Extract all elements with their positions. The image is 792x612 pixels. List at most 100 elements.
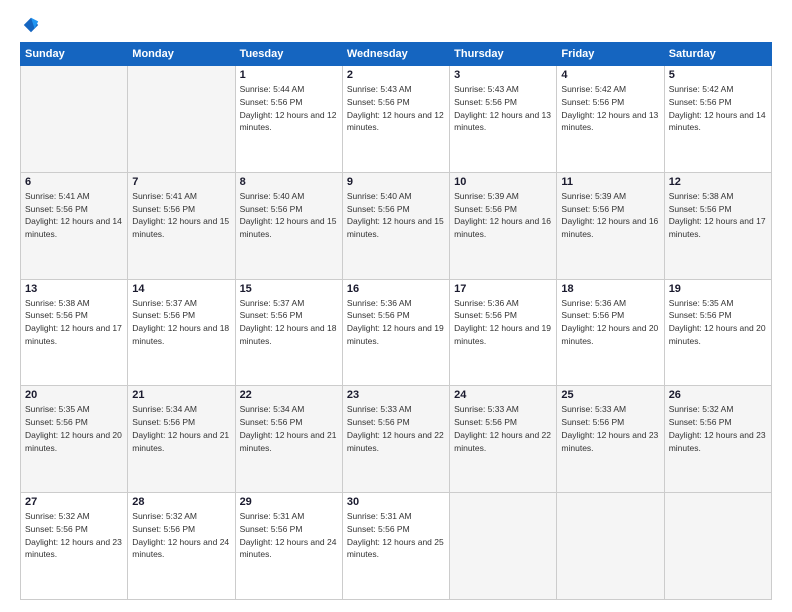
day-number: 24 bbox=[454, 389, 552, 401]
weekday-header-sunday: Sunday bbox=[21, 43, 128, 66]
day-info: Sunrise: 5:41 AMSunset: 5:56 PMDaylight:… bbox=[132, 190, 230, 241]
day-number: 29 bbox=[240, 496, 338, 508]
calendar-cell: 6 Sunrise: 5:41 AMSunset: 5:56 PMDaylight… bbox=[21, 172, 128, 279]
weekday-header-row: SundayMondayTuesdayWednesdayThursdayFrid… bbox=[21, 43, 772, 66]
calendar-week-row: 27 Sunrise: 5:32 AMSunset: 5:56 PMDayligh… bbox=[21, 493, 772, 600]
calendar-cell: 7 Sunrise: 5:41 AMSunset: 5:56 PMDaylight… bbox=[128, 172, 235, 279]
day-info: Sunrise: 5:31 AMSunset: 5:56 PMDaylight:… bbox=[240, 510, 338, 561]
calendar-cell: 30 Sunrise: 5:31 AMSunset: 5:56 PMDayligh… bbox=[342, 493, 449, 600]
calendar-cell: 16 Sunrise: 5:36 AMSunset: 5:56 PMDayligh… bbox=[342, 279, 449, 386]
calendar-cell bbox=[128, 66, 235, 173]
day-number: 28 bbox=[132, 496, 230, 508]
day-info: Sunrise: 5:38 AMSunset: 5:56 PMDaylight:… bbox=[669, 190, 767, 241]
calendar-cell: 12 Sunrise: 5:38 AMSunset: 5:56 PMDayligh… bbox=[664, 172, 771, 279]
header bbox=[20, 16, 772, 34]
day-info: Sunrise: 5:33 AMSunset: 5:56 PMDaylight:… bbox=[454, 403, 552, 454]
calendar-cell: 15Sunrise: 5:37 AMSunset: 5:56 PMDayligh… bbox=[235, 279, 342, 386]
day-number: 12 bbox=[669, 176, 767, 188]
calendar-cell bbox=[557, 493, 664, 600]
day-number: 23 bbox=[347, 389, 445, 401]
calendar-cell: 10 Sunrise: 5:39 AMSunset: 5:56 PMDayligh… bbox=[450, 172, 557, 279]
day-number: 20 bbox=[25, 389, 123, 401]
day-number: 15 bbox=[240, 283, 338, 295]
weekday-header-friday: Friday bbox=[557, 43, 664, 66]
day-number: 25 bbox=[561, 389, 659, 401]
day-info: Sunrise: 5:32 AMSunset: 5:56 PMDaylight:… bbox=[669, 403, 767, 454]
calendar-week-row: 6 Sunrise: 5:41 AMSunset: 5:56 PMDaylight… bbox=[21, 172, 772, 279]
day-info: Sunrise: 5:36 AMSunset: 5:56 PMDaylight:… bbox=[561, 297, 659, 348]
calendar-cell: 23Sunrise: 5:33 AMSunset: 5:56 PMDayligh… bbox=[342, 386, 449, 493]
day-number: 4 bbox=[561, 69, 659, 81]
calendar-cell: 5Sunrise: 5:42 AMSunset: 5:56 PMDaylight… bbox=[664, 66, 771, 173]
weekday-header-tuesday: Tuesday bbox=[235, 43, 342, 66]
page: SundayMondayTuesdayWednesdayThursdayFrid… bbox=[0, 0, 792, 612]
day-number: 9 bbox=[347, 176, 445, 188]
day-info: Sunrise: 5:41 AMSunset: 5:56 PMDaylight:… bbox=[25, 190, 123, 241]
day-number: 26 bbox=[669, 389, 767, 401]
day-number: 16 bbox=[347, 283, 445, 295]
day-info: Sunrise: 5:42 AMSunset: 5:56 PMDaylight:… bbox=[561, 83, 659, 134]
calendar-cell: 9 Sunrise: 5:40 AMSunset: 5:56 PMDaylight… bbox=[342, 172, 449, 279]
day-number: 13 bbox=[25, 283, 123, 295]
calendar-cell: 21Sunrise: 5:34 AMSunset: 5:56 PMDayligh… bbox=[128, 386, 235, 493]
day-number: 17 bbox=[454, 283, 552, 295]
calendar-cell: 19 Sunrise: 5:35 AMSunset: 5:56 PMDayligh… bbox=[664, 279, 771, 386]
day-number: 2 bbox=[347, 69, 445, 81]
calendar-cell: 29 Sunrise: 5:31 AMSunset: 5:56 PMDayligh… bbox=[235, 493, 342, 600]
weekday-header-thursday: Thursday bbox=[450, 43, 557, 66]
calendar-cell bbox=[664, 493, 771, 600]
day-number: 10 bbox=[454, 176, 552, 188]
day-number: 18 bbox=[561, 283, 659, 295]
day-number: 11 bbox=[561, 176, 659, 188]
calendar-week-row: 1Sunrise: 5:44 AMSunset: 5:56 PMDaylight… bbox=[21, 66, 772, 173]
day-number: 30 bbox=[347, 496, 445, 508]
calendar-cell: 3 Sunrise: 5:43 AMSunset: 5:56 PMDaylight… bbox=[450, 66, 557, 173]
weekday-header-wednesday: Wednesday bbox=[342, 43, 449, 66]
day-info: Sunrise: 5:39 AMSunset: 5:56 PMDaylight:… bbox=[454, 190, 552, 241]
day-info: Sunrise: 5:37 AMSunset: 5:56 PMDaylight:… bbox=[132, 297, 230, 348]
day-number: 6 bbox=[25, 176, 123, 188]
calendar-cell: 14 Sunrise: 5:37 AMSunset: 5:56 PMDayligh… bbox=[128, 279, 235, 386]
weekday-header-monday: Monday bbox=[128, 43, 235, 66]
day-number: 8 bbox=[240, 176, 338, 188]
calendar-cell: 11Sunrise: 5:39 AMSunset: 5:56 PMDayligh… bbox=[557, 172, 664, 279]
day-info: Sunrise: 5:34 AMSunset: 5:56 PMDaylight:… bbox=[132, 403, 230, 454]
day-info: Sunrise: 5:43 AMSunset: 5:56 PMDaylight:… bbox=[454, 83, 552, 134]
calendar-cell: 22 Sunrise: 5:34 AMSunset: 5:56 PMDayligh… bbox=[235, 386, 342, 493]
day-number: 19 bbox=[669, 283, 767, 295]
calendar-cell: 25Sunrise: 5:33 AMSunset: 5:56 PMDayligh… bbox=[557, 386, 664, 493]
calendar-cell bbox=[450, 493, 557, 600]
day-info: Sunrise: 5:32 AMSunset: 5:56 PMDaylight:… bbox=[132, 510, 230, 561]
calendar-cell: 27 Sunrise: 5:32 AMSunset: 5:56 PMDayligh… bbox=[21, 493, 128, 600]
day-info: Sunrise: 5:31 AMSunset: 5:56 PMDaylight:… bbox=[347, 510, 445, 561]
calendar-week-row: 13 Sunrise: 5:38 AMSunset: 5:56 PMDayligh… bbox=[21, 279, 772, 386]
calendar-cell: 28 Sunrise: 5:32 AMSunset: 5:56 PMDayligh… bbox=[128, 493, 235, 600]
weekday-header-saturday: Saturday bbox=[664, 43, 771, 66]
day-info: Sunrise: 5:35 AMSunset: 5:56 PMDaylight:… bbox=[25, 403, 123, 454]
calendar-cell: 2Sunrise: 5:43 AMSunset: 5:56 PMDaylight… bbox=[342, 66, 449, 173]
day-info: Sunrise: 5:32 AMSunset: 5:56 PMDaylight:… bbox=[25, 510, 123, 561]
calendar-cell: 1Sunrise: 5:44 AMSunset: 5:56 PMDaylight… bbox=[235, 66, 342, 173]
logo bbox=[20, 16, 40, 34]
calendar-cell: 26 Sunrise: 5:32 AMSunset: 5:56 PMDayligh… bbox=[664, 386, 771, 493]
calendar-table: SundayMondayTuesdayWednesdayThursdayFrid… bbox=[20, 42, 772, 600]
day-number: 1 bbox=[240, 69, 338, 81]
calendar-cell: 18 Sunrise: 5:36 AMSunset: 5:56 PMDayligh… bbox=[557, 279, 664, 386]
day-info: Sunrise: 5:36 AMSunset: 5:56 PMDaylight:… bbox=[347, 297, 445, 348]
day-number: 22 bbox=[240, 389, 338, 401]
day-info: Sunrise: 5:40 AMSunset: 5:56 PMDaylight:… bbox=[347, 190, 445, 241]
calendar-cell: 8 Sunrise: 5:40 AMSunset: 5:56 PMDaylight… bbox=[235, 172, 342, 279]
day-info: Sunrise: 5:40 AMSunset: 5:56 PMDaylight:… bbox=[240, 190, 338, 241]
day-info: Sunrise: 5:35 AMSunset: 5:56 PMDaylight:… bbox=[669, 297, 767, 348]
day-number: 3 bbox=[454, 69, 552, 81]
calendar-week-row: 20 Sunrise: 5:35 AMSunset: 5:56 PMDayligh… bbox=[21, 386, 772, 493]
day-number: 7 bbox=[132, 176, 230, 188]
calendar-cell bbox=[21, 66, 128, 173]
day-number: 27 bbox=[25, 496, 123, 508]
calendar-cell: 24 Sunrise: 5:33 AMSunset: 5:56 PMDayligh… bbox=[450, 386, 557, 493]
logo-icon bbox=[22, 16, 40, 34]
day-info: Sunrise: 5:38 AMSunset: 5:56 PMDaylight:… bbox=[25, 297, 123, 348]
calendar-cell: 4 Sunrise: 5:42 AMSunset: 5:56 PMDaylight… bbox=[557, 66, 664, 173]
day-number: 14 bbox=[132, 283, 230, 295]
day-info: Sunrise: 5:34 AMSunset: 5:56 PMDaylight:… bbox=[240, 403, 338, 454]
